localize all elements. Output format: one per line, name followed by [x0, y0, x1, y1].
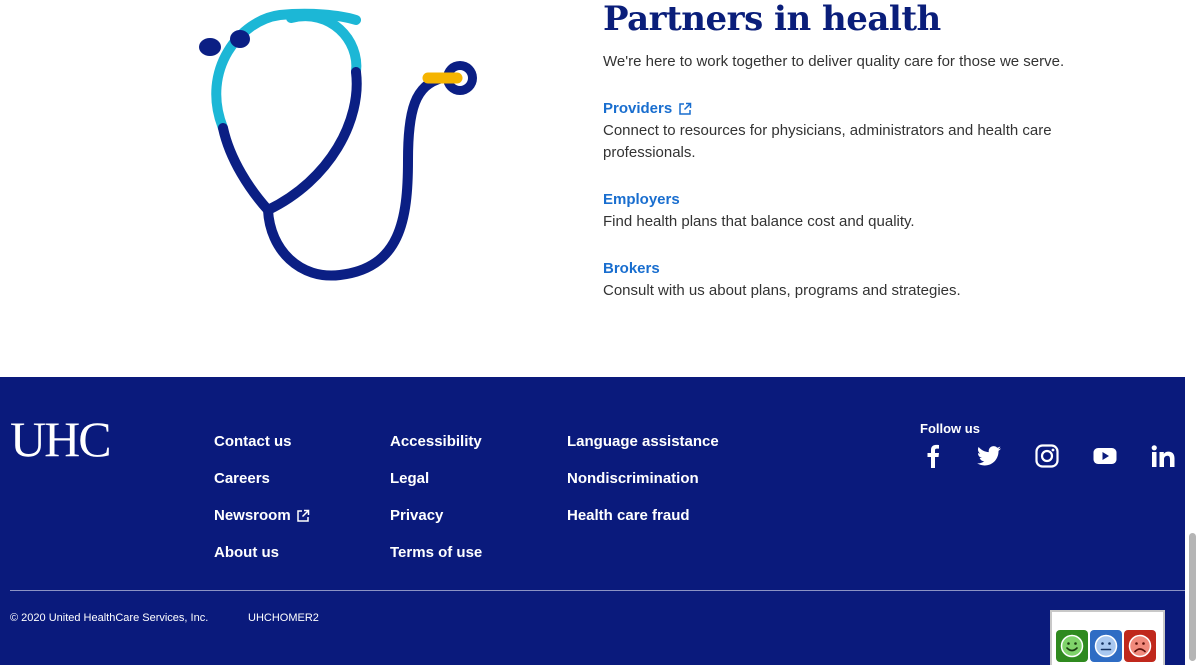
stethoscope-icon [199, 8, 477, 281]
contact-us-link[interactable]: Contact us [214, 423, 310, 460]
providers-description: Connect to resources for physicians, adm… [603, 122, 1052, 161]
employers-link[interactable]: Employers [603, 190, 680, 210]
uhc-logo[interactable]: UHC [10, 411, 112, 467]
language-assistance-link[interactable]: Language assistance [567, 423, 719, 460]
accessibility-link[interactable]: Accessibility [390, 423, 482, 460]
careers-link[interactable]: Careers [214, 460, 310, 497]
brokers-description: Consult with us about plans, programs an… [603, 282, 961, 299]
external-link-icon [296, 509, 309, 522]
newsroom-link-label: Newsroom [214, 506, 291, 524]
external-link-icon [679, 102, 692, 115]
employers-description: Find health plans that balance cost and … [603, 213, 915, 230]
footer-links-column-2: Accessibility Legal Privacy Terms of use [390, 423, 482, 571]
legal-link[interactable]: Legal [390, 460, 482, 497]
follow-us-label: Follow us [920, 421, 980, 436]
page-code: UHCHOMER2 [248, 612, 319, 624]
audience-brokers: Brokers Consult with us about plans, pro… [603, 259, 1083, 302]
footer-links-column-1: Contact us Careers Newsroom About us [214, 423, 310, 571]
providers-link[interactable]: Providers [603, 99, 692, 119]
social-links [920, 443, 1180, 473]
health-care-fraud-link[interactable]: Health care fraud [567, 497, 719, 534]
privacy-link[interactable]: Privacy [390, 497, 482, 534]
nondiscrimination-link[interactable]: Nondiscrimination [567, 460, 719, 497]
audience-providers: Providers Connect to resources for physi… [603, 99, 1083, 164]
brokers-link[interactable]: Brokers [603, 259, 660, 279]
about-us-link[interactable]: About us [214, 534, 310, 571]
youtube-icon[interactable] [1092, 443, 1118, 469]
feedback-widget [1050, 610, 1165, 665]
follow-us: Follow us [920, 421, 1175, 468]
page-scrollbar[interactable] [1185, 0, 1200, 665]
twitter-icon[interactable] [976, 443, 1002, 469]
site-footer: UHC Contact us Careers Newsroom About us… [0, 377, 1185, 665]
instagram-icon[interactable] [1034, 443, 1060, 469]
scrollbar-thumb[interactable] [1189, 533, 1196, 661]
copyright-text: © 2020 United HealthCare Services, Inc. [10, 612, 209, 624]
partners-intro: We're here to work together to deliver q… [603, 53, 1065, 70]
partners-title: Partners in health [603, 0, 941, 39]
audience-employers: Employers Find health plans that balance… [603, 190, 1083, 233]
sad-face-icon[interactable] [1124, 630, 1156, 662]
footer-divider [10, 590, 1185, 591]
neutral-face-icon[interactable] [1090, 630, 1122, 662]
linkedin-icon[interactable] [1150, 443, 1176, 469]
stethoscope-illustration [100, 0, 500, 300]
terms-of-use-link[interactable]: Terms of use [390, 534, 482, 571]
newsroom-link[interactable]: Newsroom [214, 497, 310, 534]
happy-face-icon[interactable] [1056, 630, 1088, 662]
facebook-icon[interactable] [920, 443, 946, 469]
footer-links-column-3: Language assistance Nondiscrimination He… [567, 423, 719, 534]
providers-link-label: Providers [603, 100, 673, 117]
